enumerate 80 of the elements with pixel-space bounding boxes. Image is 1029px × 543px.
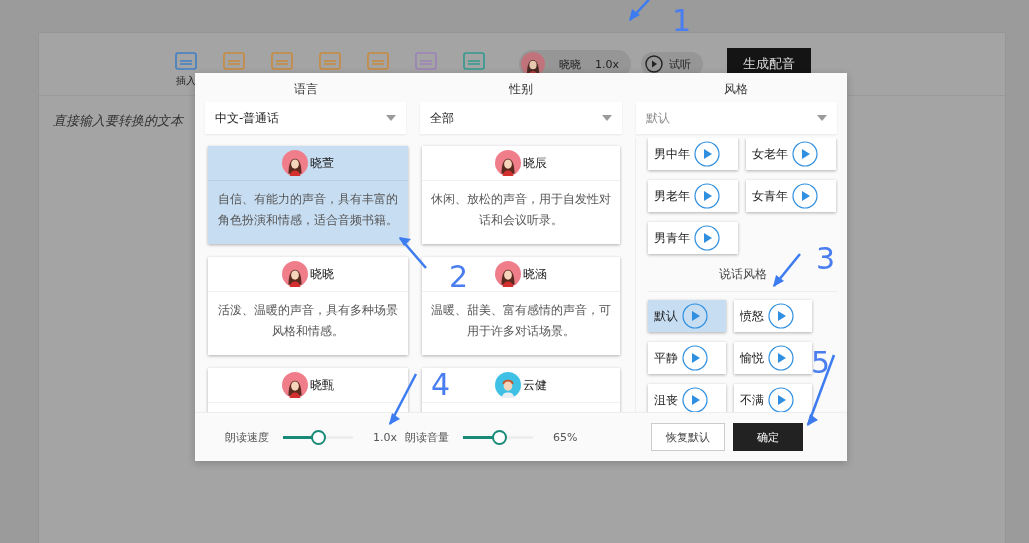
voice-description: 活泼、温暖的声音，具有多种场景风格和情感。 (217, 302, 399, 340)
style-button[interactable]: 愉悦 (734, 342, 812, 374)
voice-name: 晓辰 (523, 154, 547, 172)
play-icon (694, 225, 720, 251)
play-icon (645, 55, 663, 73)
toolbar-icon[interactable] (367, 52, 389, 70)
role-button[interactable]: 男青年 (648, 222, 738, 254)
voice-card[interactable]: 晓辰 休闲、放松的声音，用于自发性对话和会议听录。 (422, 146, 620, 244)
play-icon (792, 141, 818, 167)
toolbar-icon[interactable] (271, 52, 293, 70)
slider[interactable] (463, 429, 533, 445)
voice-name: 晓萱 (310, 154, 334, 172)
annotation-number: 3 (816, 244, 836, 274)
annotation-number: 4 (431, 370, 451, 400)
style-button[interactable]: 平静 (648, 342, 726, 374)
avatar-icon (282, 150, 308, 176)
toolbar-icon[interactable] (175, 52, 197, 70)
play-icon (768, 387, 794, 412)
play-icon (682, 345, 708, 371)
annotation-number: 2 (449, 262, 469, 292)
avatar-icon (282, 261, 308, 287)
play-icon (682, 387, 708, 412)
avatar-icon (495, 150, 521, 176)
style-button[interactable]: 不满 (734, 384, 812, 412)
slider-value: 1.0x (373, 430, 397, 444)
dropdown-caret-icon (601, 115, 612, 121)
avatar-icon (495, 261, 521, 287)
reset-button[interactable]: 恢复默认 (651, 423, 725, 451)
style-button[interactable]: 沮丧 (648, 384, 726, 412)
select-field[interactable]: 全部 (420, 102, 622, 134)
play-icon (792, 183, 818, 209)
voice-card[interactable]: 晓萱 自信、有能力的声音，具有丰富的角色扮演和情感，适合音频书籍。 (208, 146, 408, 244)
voice-name: 云健 (523, 376, 547, 394)
voice-speed: 1.0x (595, 57, 619, 71)
select-field[interactable]: 中文-普通话 (205, 102, 407, 134)
style-button[interactable]: 默认 (648, 300, 726, 332)
voice-description: 自信、有能力的声音，具有丰富的角色扮演和情感，适合音频书籍。 (217, 191, 399, 229)
dropdown-caret-icon (386, 115, 397, 121)
play-icon (768, 345, 794, 371)
play-icon (682, 303, 708, 329)
confirm-button[interactable]: 确定 (733, 423, 803, 451)
voice-description: 休闲、放松的声音，用于自发性对话和会议听录。 (430, 191, 612, 229)
toolbar-icon[interactable] (319, 52, 341, 70)
select-field[interactable]: 默认 (635, 102, 837, 134)
voice-card[interactable]: 晓晓 活泼、温暖的声音，具有多种场景风格和情感。 (208, 257, 408, 355)
voice-description: 温暖、甜美、富有感情的声音，可用于许多对话场景。 (430, 302, 612, 340)
filter-label: 风格 (724, 81, 749, 98)
slider[interactable] (283, 429, 353, 445)
play-icon (768, 303, 794, 329)
voice-name: 晓晓 (559, 56, 581, 72)
voice-name: 晓晓 (310, 265, 334, 283)
annotation-arrow (388, 372, 418, 426)
voice-card[interactable]: 晓甄 (208, 368, 408, 412)
text-input-placeholder[interactable]: 直接输入要转换的文本 (53, 113, 183, 128)
annotation-number: 5 (811, 348, 831, 378)
play-icon (694, 141, 720, 167)
role-button[interactable]: 女青年 (746, 180, 836, 212)
annotation-arrow (398, 236, 428, 270)
slider-label: 朗读音量 (405, 429, 449, 445)
annotation-number: 1 (672, 6, 692, 36)
filter-label: 性别 (509, 81, 533, 98)
role-button[interactable]: 女老年 (746, 138, 836, 170)
role-button[interactable]: 男中年 (648, 138, 738, 170)
avatar-icon (282, 372, 308, 398)
toolbar-icon[interactable] (463, 52, 485, 70)
voice-name: 晓涵 (523, 265, 547, 283)
play-icon (694, 183, 720, 209)
filter-label: 语言 (293, 81, 318, 98)
style-button[interactable]: 愤怒 (734, 300, 812, 332)
avatar-icon (495, 372, 521, 398)
toolbar-icon[interactable] (223, 52, 245, 70)
tool-label: 插入 (176, 74, 196, 88)
preview-button[interactable]: 试听 (641, 52, 703, 76)
slider-label: 朗读速度 (225, 429, 269, 445)
slider-value: 65% (553, 430, 578, 444)
role-button[interactable]: 男老年 (648, 180, 738, 212)
voice-name: 晓甄 (310, 376, 334, 394)
dropdown-caret-icon (817, 115, 827, 121)
annotation-arrow (772, 252, 802, 288)
toolbar-icon[interactable] (415, 52, 437, 70)
